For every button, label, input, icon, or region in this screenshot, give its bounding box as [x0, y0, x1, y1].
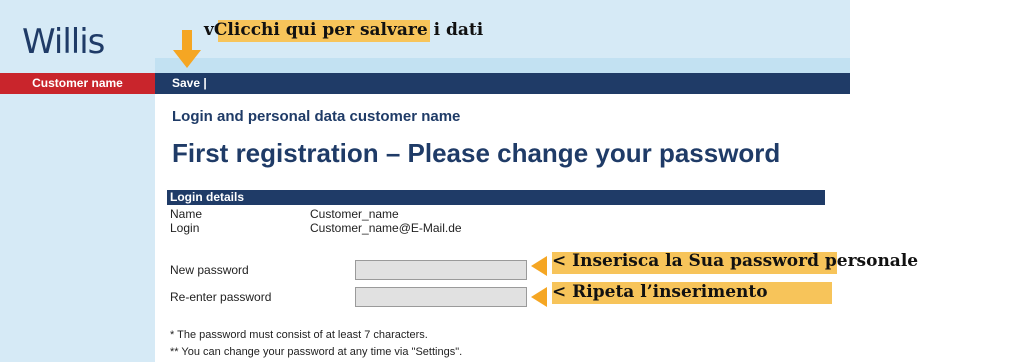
- page-title: First registration – Please change your …: [172, 138, 781, 168]
- save-arrow-shaft: [182, 30, 192, 52]
- login-details-header: Login details: [167, 190, 825, 205]
- save-hint-text: vClicchi qui per salvare i dati: [204, 20, 483, 40]
- name-value: Customer_name: [310, 207, 399, 221]
- repeat-arrow-icon: [531, 287, 547, 307]
- save-link[interactable]: Save |: [172, 73, 207, 94]
- willis-logo: Willis: [22, 22, 105, 62]
- name-label: Name: [170, 207, 203, 221]
- nav-bar: Save |: [155, 73, 850, 94]
- password-length-note: * The password must consist of at least …: [170, 329, 428, 341]
- login-value: Customer_name@E-Mail.de: [310, 221, 462, 235]
- reenter-password-label: Re-enter password: [170, 290, 272, 304]
- page-subtitle: Login and personal data customer name: [172, 108, 461, 125]
- password-hint-text: < Inserisca la Sua password personale: [552, 251, 919, 271]
- password-arrow-icon: [531, 256, 547, 276]
- reenter-password-input[interactable]: [355, 287, 527, 307]
- save-hint-marker: v: [204, 20, 214, 40]
- new-password-input[interactable]: [355, 260, 527, 280]
- new-password-label: New password: [170, 263, 249, 277]
- save-arrow-icon: [173, 50, 201, 68]
- repeat-hint-text: < Ripeta l’inserimento: [552, 282, 768, 302]
- login-label: Login: [170, 221, 200, 235]
- settings-note: ** You can change your password at any t…: [170, 346, 463, 358]
- save-hint-rest-text: i dati: [427, 20, 484, 40]
- sidebar-item-customer-name[interactable]: Customer name: [0, 73, 155, 94]
- top-banner-strip: [155, 58, 850, 73]
- save-hint-highlight-text: Clicchi qui per salvare: [213, 20, 428, 40]
